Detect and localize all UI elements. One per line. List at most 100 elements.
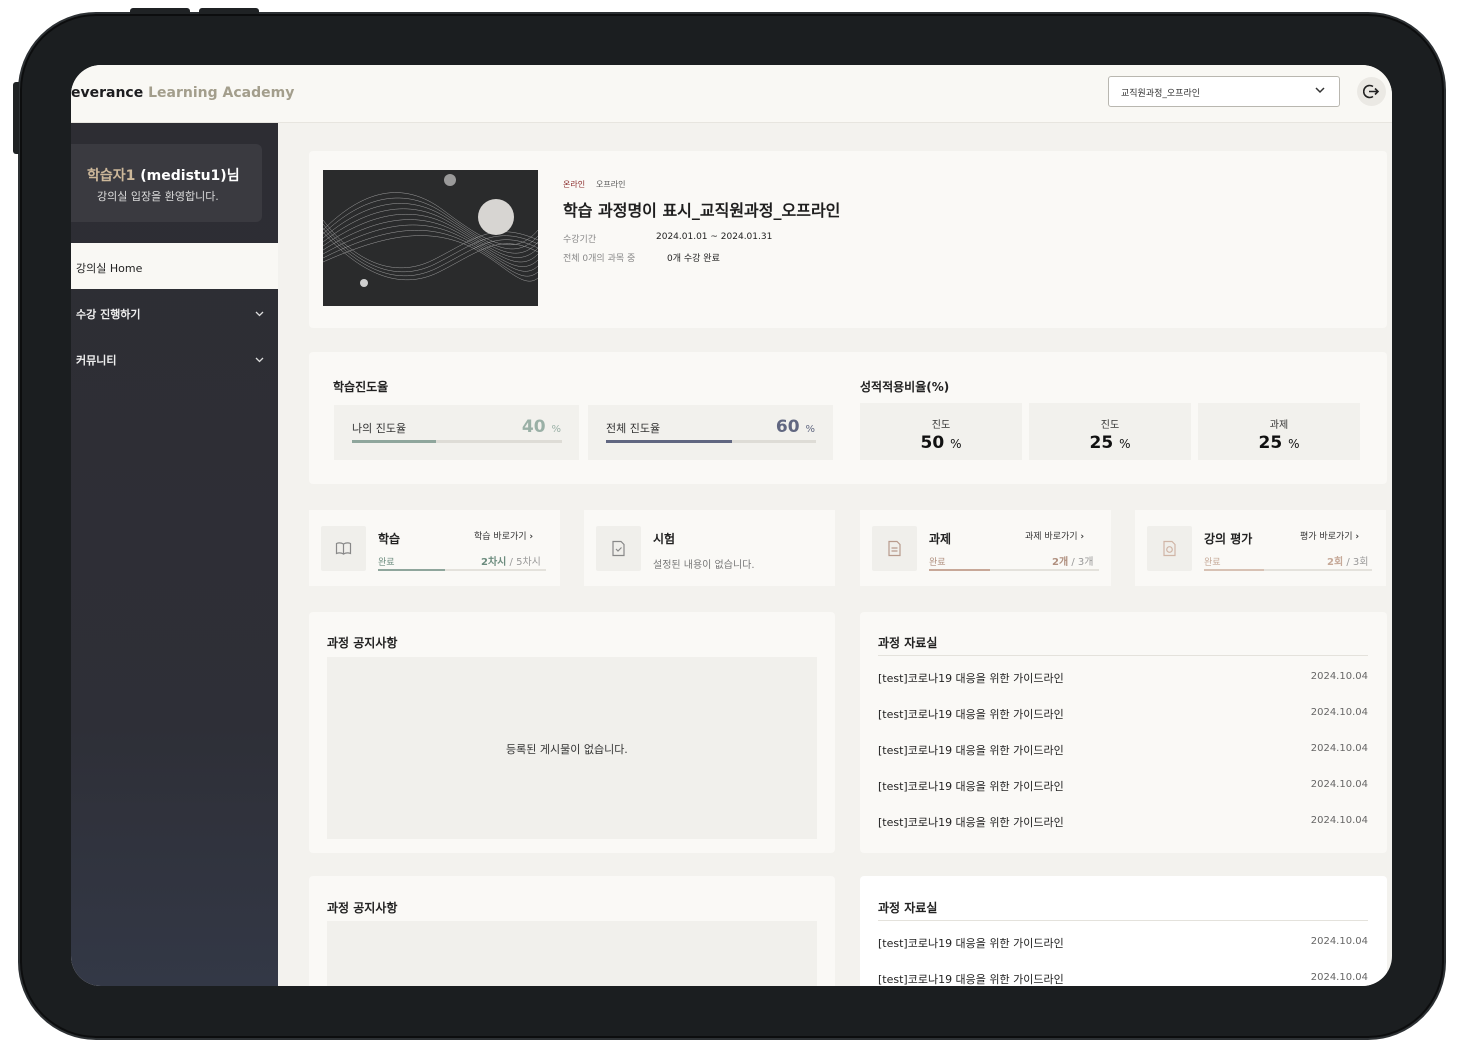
sidebar-item-label: 강의실 Home xyxy=(76,262,143,275)
user-id: (medistu1)님 xyxy=(140,168,240,184)
archive-title: 과정 자료실 xyxy=(878,636,938,650)
archive-row[interactable]: [test]코로나19 대응을 위한 가이드라인 2024.10.04 xyxy=(878,778,1368,814)
eval-icon-box xyxy=(1147,526,1192,571)
welcome-card: 학습자1 (medistu1)님 강의실 입장을 환영합니다. xyxy=(71,144,262,222)
brand-sub: Learning Academy xyxy=(148,85,295,101)
period-label: 수강기간 xyxy=(563,235,597,245)
grade-item-label: 진도 xyxy=(931,420,951,431)
archive-row-title: [test]코로나19 대응을 위한 가이드라인 xyxy=(878,672,1064,685)
grade-item-value: 25 % xyxy=(1198,433,1360,453)
grade-item: 진도 25 % xyxy=(1029,403,1191,460)
archive-row-title: [test]코로나19 대응을 위한 가이드라인 xyxy=(878,744,1064,757)
study-link[interactable]: 학습 바로가기 › xyxy=(474,529,533,542)
study-total: / 5차시 xyxy=(509,557,541,568)
notice-empty-box-2 xyxy=(327,921,817,986)
archive-row-date: 2024.10.04 xyxy=(1310,815,1368,826)
eval-summary-card: 강의 평가 평가 바로가기 › 완료 2회 / 3회 xyxy=(1135,510,1386,586)
archive-row[interactable]: [test]코로나19 대응을 위한 가이드라인 2024.10.04 xyxy=(878,742,1368,778)
task-progress-track xyxy=(929,569,1099,571)
eval-title: 강의 평가 xyxy=(1204,532,1253,546)
grade-item: 진도 50 % xyxy=(860,403,1022,460)
exam-title: 시험 xyxy=(653,532,676,546)
progress-title: 학습진도율 xyxy=(333,380,389,394)
user-display-name: 학습자1 xyxy=(87,168,136,184)
sidebar-item-progress[interactable]: 수강 진행하기 xyxy=(71,291,278,331)
task-total: / 3개 xyxy=(1071,557,1094,568)
all-progress-number: 60 xyxy=(775,417,800,437)
study-progress-track xyxy=(378,569,546,571)
my-progress-number: 40 xyxy=(521,417,546,437)
all-progress-unit: % xyxy=(805,424,815,435)
user-name: 학습자1 (medistu1)님 xyxy=(87,165,247,185)
archive-row[interactable]: [test]코로나19 대응을 위한 가이드라인 2024.10.04 xyxy=(878,935,1368,971)
document-check-icon xyxy=(612,540,625,557)
all-progress: 전체 진도율 60 % xyxy=(588,405,833,460)
study-done: 2차시 xyxy=(481,557,507,568)
study-link-label: 학습 바로가기 xyxy=(474,532,527,542)
task-count: 2개 / 3개 xyxy=(1052,553,1093,568)
exam-icon-box xyxy=(596,526,641,571)
wave-illustration xyxy=(323,174,538,287)
all-progress-label: 전체 진도율 xyxy=(606,422,661,435)
all-progress-value: 60 % xyxy=(776,417,815,437)
study-summary-card: 학습 학습 바로가기 › 완료 2차시 / 5차시 xyxy=(309,510,560,586)
device-button-top-1 xyxy=(130,8,190,14)
archive-row-title: [test]코로나19 대응을 위한 가이드라인 xyxy=(878,973,1064,986)
archive-row-title: [test]코로나19 대응을 위한 가이드라인 xyxy=(878,937,1064,950)
grade-item-value: 50 % xyxy=(860,433,1022,453)
book-icon-box xyxy=(321,526,366,571)
sidebar-item-community[interactable]: 커뮤니티 xyxy=(71,337,278,377)
grade-item-unit: % xyxy=(950,437,962,451)
eval-progress-fill xyxy=(1204,569,1265,571)
grade-item-unit: % xyxy=(1288,437,1300,451)
notice-title-2: 과정 공지사항 xyxy=(327,901,398,915)
tag-online: 온라인 xyxy=(563,180,586,189)
task-title: 과제 xyxy=(929,532,952,546)
eval-link-label: 평가 바로가기 xyxy=(1300,532,1353,542)
greeting-text: 강의실 입장을 환영합니다. xyxy=(97,190,219,203)
archive-row[interactable]: [test]코로나19 대응을 위한 가이드라인 2024.10.04 xyxy=(878,670,1368,706)
my-progress-value: 40 % xyxy=(522,417,561,437)
archive-row[interactable]: [test]코로나19 대응을 위한 가이드라인 2024.10.04 xyxy=(878,814,1368,850)
chevron-down-icon xyxy=(255,311,264,317)
brand-logo[interactable]: everance Learning Academy xyxy=(71,85,294,101)
evaluation-icon xyxy=(1163,540,1176,557)
course-select[interactable]: 교직원과정_오프라인 xyxy=(1108,76,1340,107)
course-select-value: 교직원과정_오프라인 xyxy=(1121,89,1201,99)
top-bar: everance Learning Academy 교직원과정_오프라인 xyxy=(71,65,1392,123)
notice-title: 과정 공지사항 xyxy=(327,636,398,650)
grade-item-label: 진도 xyxy=(1100,420,1120,431)
study-count: 2차시 / 5차시 xyxy=(481,553,541,568)
archive-divider xyxy=(878,655,1368,656)
document-icon xyxy=(888,540,901,557)
all-progress-fill xyxy=(606,440,732,443)
period-value: 2024.01.01 ~ 2024.01.31 xyxy=(656,232,773,242)
task-icon-box xyxy=(872,526,917,571)
chevron-right-icon: › xyxy=(1355,532,1360,542)
archive-row[interactable]: [test]코로나19 대응을 위한 가이드라인 2024.10.04 xyxy=(878,971,1368,986)
count-label: 전체 0개의 과목 중 xyxy=(563,254,636,264)
logout-button[interactable] xyxy=(1357,77,1386,106)
archive-row[interactable]: [test]코로나19 대응을 위한 가이드라인 2024.10.04 xyxy=(878,706,1368,742)
sidebar-item-label: 커뮤니티 xyxy=(76,354,117,367)
task-link-label: 과제 바로가기 xyxy=(1025,532,1078,542)
archive-row-date: 2024.10.04 xyxy=(1310,936,1368,947)
eval-status: 완료 xyxy=(1204,558,1221,568)
logout-icon xyxy=(1363,84,1380,99)
task-link[interactable]: 과제 바로가기 › xyxy=(1025,529,1084,542)
eval-total: / 3회 xyxy=(1346,557,1369,568)
device-button-side xyxy=(13,82,19,154)
my-progress-unit: % xyxy=(551,424,561,435)
sidebar-item-home[interactable]: 강의실 Home xyxy=(71,243,278,289)
task-done: 2개 xyxy=(1052,557,1069,568)
notice-empty-box: 등록된 게시물이 없습니다. xyxy=(327,657,817,839)
task-progress-fill xyxy=(929,569,991,571)
eval-link[interactable]: 평가 바로가기 › xyxy=(1300,529,1359,542)
course-thumbnail xyxy=(323,170,538,306)
study-title: 학습 xyxy=(378,532,401,546)
grade-item-value: 25 % xyxy=(1029,433,1191,453)
task-summary-card: 과제 과제 바로가기 › 완료 2개 / 3개 xyxy=(860,510,1111,586)
archive-row-date: 2024.10.04 xyxy=(1310,743,1368,754)
grade-item: 과제 25 % xyxy=(1198,403,1360,460)
my-progress-track xyxy=(352,440,562,443)
